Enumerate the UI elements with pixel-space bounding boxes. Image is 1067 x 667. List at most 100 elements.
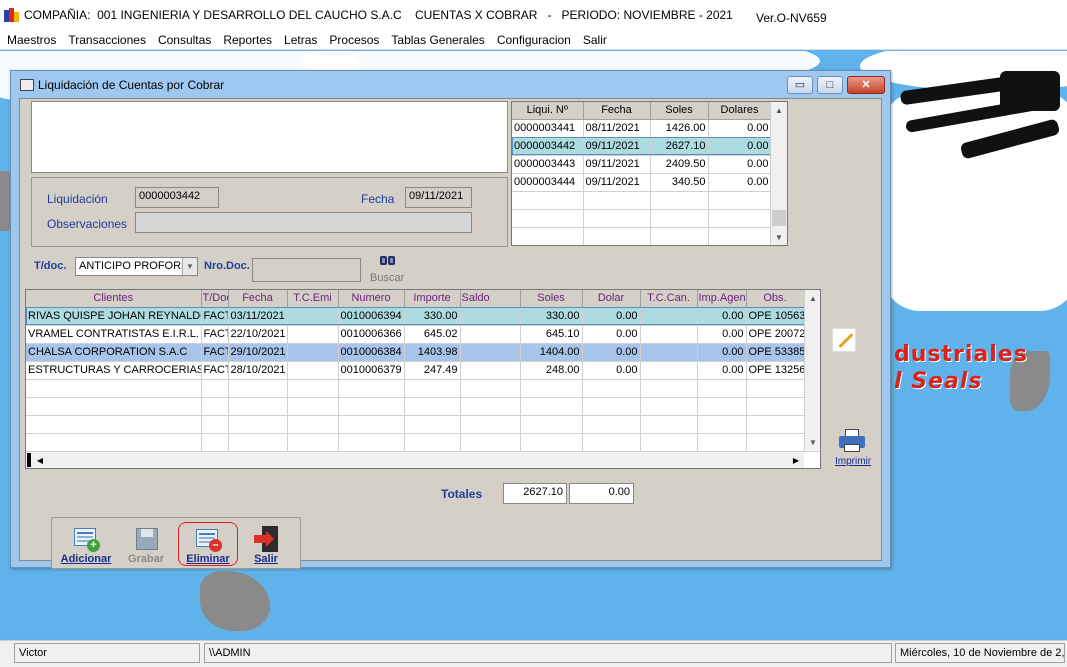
notes-textarea[interactable]	[31, 101, 508, 173]
det-cell: 0.00	[582, 325, 641, 344]
det-horizontal-scrollbar[interactable]: ◀ ▶	[26, 451, 804, 468]
det-cell: OPE 132567	[746, 361, 805, 380]
menu-letras[interactable]: Letras	[278, 33, 323, 47]
maximize-button[interactable]: □	[817, 76, 843, 94]
det-row-selected[interactable]: RIVAS QUISPE JOHAN REYNALDO FACT 03/11/2…	[26, 307, 819, 326]
det-cell: 28/10/2021	[228, 361, 288, 380]
liq-row[interactable]: 0000003443 09/11/2021 2409.50 0.00	[512, 155, 772, 174]
det-cell	[460, 343, 521, 362]
liq-row-empty	[512, 227, 772, 245]
scroll-down-icon[interactable]: ▼	[805, 434, 820, 450]
liq-col-header[interactable]: Soles	[650, 102, 709, 120]
fecha-field[interactable]: 09/11/2021	[405, 187, 472, 208]
det-col-header[interactable]: Saldo	[460, 290, 521, 308]
det-cell: 330.00	[520, 307, 583, 326]
menu-procesos[interactable]: Procesos	[323, 33, 385, 47]
liq-cell: 09/11/2021	[583, 155, 651, 174]
minimize-icon: ▭	[794, 78, 806, 91]
menu-reportes[interactable]: Reportes	[217, 33, 278, 47]
menu-configuracion[interactable]: Configuracion	[491, 33, 577, 47]
det-cell: 0.00	[697, 361, 747, 380]
liq-grid-header: Liqui. Nº Fecha Soles Dolares	[512, 102, 772, 120]
det-cell: FACT	[201, 343, 229, 362]
close-button[interactable]: ✕	[847, 76, 885, 94]
det-cell	[640, 307, 698, 326]
liq-col-header[interactable]: Dolares	[708, 102, 772, 120]
liq-row[interactable]: 0000003444 09/11/2021 340.50 0.00	[512, 173, 772, 192]
liq-col-header[interactable]: Liqui. Nº	[512, 102, 584, 120]
liq-col-header[interactable]: Fecha	[583, 102, 651, 120]
adicionar-button[interactable]: + Adicionar	[56, 522, 116, 566]
det-cell: OPE 200723	[746, 325, 805, 344]
nrodoc-field[interactable]	[252, 258, 361, 282]
det-col-header[interactable]: Fecha	[228, 290, 288, 308]
liq-vertical-scrollbar[interactable]: ▲ ▼	[770, 102, 787, 245]
maximize-icon: □	[826, 78, 834, 91]
edit-button[interactable]	[832, 328, 856, 352]
det-cell: FACT	[201, 361, 229, 380]
observaciones-field[interactable]	[135, 212, 472, 233]
det-cell: ESTRUCTURAS Y CARROCERIAS B	[26, 361, 202, 380]
liq-cell: 0000003444	[512, 173, 584, 192]
det-col-header[interactable]: T/Doc	[201, 290, 229, 308]
menu-transacciones[interactable]: Transacciones	[62, 33, 152, 47]
liq-row-selected[interactable]: 0000003442 09/11/2021 2627.10 0.00	[512, 137, 772, 156]
det-col-header[interactable]: Obs.	[746, 290, 805, 308]
liquidacion-field[interactable]: 0000003442	[135, 187, 219, 208]
det-vertical-scrollbar[interactable]: ▲ ▼	[804, 290, 820, 450]
det-col-header[interactable]: Imp.Agent	[697, 290, 747, 308]
det-col-header[interactable]: Dolar	[582, 290, 641, 308]
menu-tablas-generales[interactable]: Tablas Generales	[385, 33, 490, 47]
det-col-header[interactable]: Importe	[404, 290, 461, 308]
scroll-up-icon[interactable]: ▲	[771, 102, 787, 118]
tdoc-label: T/doc.	[34, 260, 67, 272]
chevron-down-icon[interactable]: ▼	[182, 258, 197, 275]
buscar-button[interactable]: Buscar	[369, 255, 409, 287]
det-col-header[interactable]: Clientes	[26, 290, 202, 308]
rubber-profile-image	[1000, 71, 1060, 111]
det-cell	[640, 343, 698, 362]
adicionar-label: Adicionar	[60, 553, 112, 565]
grabar-button[interactable]: Grabar	[116, 522, 176, 566]
scroll-thumb[interactable]	[27, 453, 31, 467]
det-cell: 22/10/2021	[228, 325, 288, 344]
minimize-button[interactable]: ▭	[787, 76, 813, 94]
scroll-thumb[interactable]	[772, 210, 786, 226]
det-col-header[interactable]: Soles	[520, 290, 583, 308]
liq-row[interactable]: 0000003441 08/11/2021 1426.00 0.00	[512, 119, 772, 138]
scroll-up-icon[interactable]: ▲	[805, 290, 820, 306]
eliminar-button[interactable]: – Eliminar	[178, 522, 238, 566]
grabar-label: Grabar	[127, 553, 165, 565]
det-cell: 1404.00	[520, 343, 583, 362]
window-title-bar: Liquidación de Cuentas por Cobrar	[11, 71, 890, 98]
salir-button[interactable]: Salir	[236, 522, 296, 566]
imprimir-button[interactable]: Imprimir	[832, 429, 872, 471]
liq-cell: 0.00	[708, 173, 772, 192]
tdoc-select[interactable]: ANTICIPO PROFORMA ▼	[75, 257, 198, 276]
det-cell: 248.00	[520, 361, 583, 380]
det-row[interactable]: VRAMEL CONTRATISTAS E.I.R.L. FACT 22/10/…	[26, 325, 819, 344]
det-col-header[interactable]: Numero	[338, 290, 405, 308]
det-col-header[interactable]: T.C.Emi	[287, 290, 339, 308]
menu-consultas[interactable]: Consultas	[152, 33, 217, 47]
det-row-highlighted[interactable]: CHALSA CORPORATION S.A.C FACT 29/10/2021…	[26, 343, 819, 362]
liquidacion-group: Liquidación 0000003442 Fecha 09/11/2021 …	[31, 177, 508, 247]
app-icon	[4, 8, 20, 22]
detalle-grid: Clientes T/Doc Fecha T.C.Emi Numero Impo…	[25, 289, 821, 469]
brand-text-line1: dustriales	[894, 342, 1028, 367]
det-col-header[interactable]: T.C.Can.	[640, 290, 698, 308]
status-user: Victor	[14, 643, 200, 663]
det-row[interactable]: ESTRUCTURAS Y CARROCERIAS B FACT 28/10/2…	[26, 361, 819, 380]
det-grid-header: Clientes T/Doc Fecha T.C.Emi Numero Impo…	[26, 290, 819, 308]
scroll-down-icon[interactable]: ▼	[771, 229, 787, 245]
menu-salir[interactable]: Salir	[577, 33, 613, 47]
scroll-right-icon[interactable]: ▶	[788, 452, 804, 468]
scroll-left-icon[interactable]: ◀	[32, 452, 48, 468]
eliminar-label: Eliminar	[186, 553, 230, 565]
menu-maestros[interactable]: Maestros	[0, 33, 62, 47]
det-cell: OPE 105634	[746, 307, 805, 326]
liquidacion-label: Liquidación	[47, 192, 108, 206]
close-icon: ✕	[861, 78, 871, 91]
liq-cell: 2409.50	[650, 155, 709, 174]
det-cell: 0.00	[582, 307, 641, 326]
